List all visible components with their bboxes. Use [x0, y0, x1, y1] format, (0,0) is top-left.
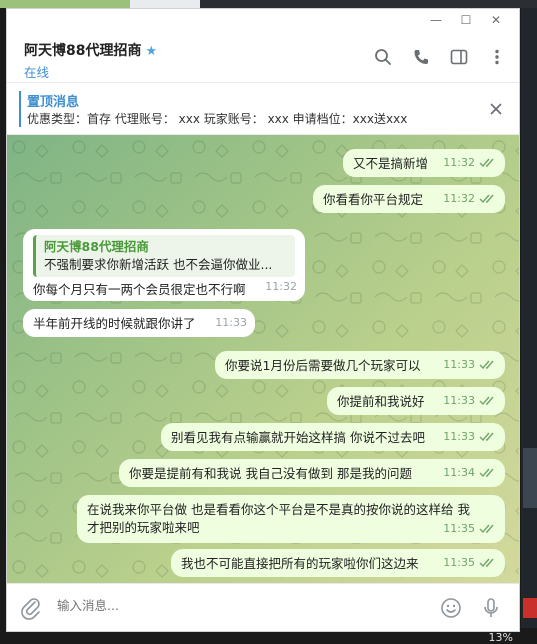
message-text: 我也不可能直接把所有的玩家啦你们这边来: [181, 556, 419, 571]
search-icon[interactable]: [371, 45, 395, 69]
message-time: 11:33: [443, 394, 475, 407]
chat-title[interactable]: 阿天博88代理招商: [24, 43, 141, 59]
message-time: 11:33: [215, 316, 247, 329]
message-time: 11:34: [443, 466, 475, 479]
close-icon[interactable]: [487, 100, 505, 118]
more-icon[interactable]: [485, 45, 509, 69]
window-titlebar: — ☐ ✕: [7, 9, 519, 31]
message-input[interactable]: [57, 598, 357, 613]
message-text: 你要说1月份后需要做几个玩家可以: [225, 358, 421, 373]
double-check-icon: [479, 194, 494, 204]
message-text: 你每个月只有一两个会员很定也不行啊: [33, 282, 246, 297]
message-composer: [7, 583, 519, 631]
message-time: 11:35: [443, 556, 475, 569]
message-incoming-reply[interactable]: 阿天博88代理招商 不强制要求你新增活跃 也不会逼你做业... 你每个月只有一两…: [23, 229, 305, 301]
pinned-message-bar[interactable]: 置顶消息 优惠类型：首存 代理账号： xxx 玩家账号： xxx 申请档位：xx…: [7, 83, 519, 135]
double-check-icon: [479, 396, 494, 406]
message-outgoing[interactable]: 你要说1月份后需要做几个玩家可以 11:33: [215, 351, 505, 379]
message-text: 你要是提前有和我说 我自己没有做到 那是我的问题: [129, 466, 412, 481]
message-outgoing[interactable]: 你要是提前有和我说 我自己没有做到 那是我的问题 11:34: [119, 459, 505, 487]
message-text: 半年前开线的时候就跟你讲了: [33, 316, 196, 331]
double-check-icon: [479, 158, 494, 168]
message-text: 又不是搞新增: [353, 156, 429, 171]
message-time: 11:35: [443, 522, 475, 535]
desktop-right-strip: [521, 8, 537, 628]
star-icon: ★: [145, 44, 158, 59]
battery-indicator: 13%: [488, 631, 513, 644]
double-check-icon: [479, 360, 494, 370]
message-text: 别看见我有点输赢就开始这样搞 你说不过去吧: [171, 430, 425, 445]
maximize-button[interactable]: ☐: [451, 9, 481, 31]
phone-icon[interactable]: [409, 45, 433, 69]
double-check-icon: [479, 432, 494, 442]
double-check-icon: [479, 468, 494, 478]
screen: — ☐ ✕ 阿天博88代理招商 ★ 在线 置顶消息 优惠类型：首存 代理账号： …: [0, 0, 537, 644]
message-outgoing[interactable]: 在说我来你平台做 也是看看你这个平台是不是真的按你说的这样给 我 才把别的玩家啦…: [77, 495, 505, 543]
message-outgoing[interactable]: 你提前和我说好 11:33: [327, 387, 505, 415]
message-text: 你提前和我说好: [337, 394, 425, 409]
paperclip-icon[interactable]: [19, 596, 43, 620]
message-text-line: 在说我来你平台做 也是看看你这个平台是不是真的按你说的这样给 我: [87, 502, 470, 517]
double-check-icon: [479, 524, 494, 534]
double-check-icon: [479, 558, 494, 568]
message-text: 你看看你平台规定: [323, 192, 424, 207]
chat-window: — ☐ ✕ 阿天博88代理招商 ★ 在线 置顶消息 优惠类型：首存 代理账号： …: [6, 8, 520, 632]
reply-quote[interactable]: 阿天博88代理招商 不强制要求你新增活跃 也不会逼你做业...: [33, 235, 295, 277]
message-outgoing[interactable]: 别看见我有点输赢就开始这样搞 你说不过去吧 11:33: [161, 423, 505, 451]
chat-header: 阿天博88代理招商 ★ 在线: [7, 31, 519, 83]
message-list[interactable]: 又不是搞新增 11:32 你看看你平台规定 11:32 阿天博88代理招商 不强…: [7, 135, 519, 585]
message-time: 11:32: [265, 280, 297, 293]
pinned-indicator: [19, 91, 21, 127]
emoji-icon[interactable]: [439, 596, 463, 620]
message-outgoing[interactable]: 我也不可能直接把所有的玩家啦你们这边来 11:35: [171, 549, 505, 577]
sidebar-toggle-icon[interactable]: [447, 45, 471, 69]
online-status: 在线: [24, 65, 50, 80]
quote-text: 不强制要求你新增活跃 也不会逼你做业...: [44, 257, 273, 272]
message-outgoing[interactable]: 又不是搞新增 11:32: [343, 149, 505, 177]
message-time: 11:33: [443, 358, 475, 371]
chat-title-row[interactable]: 阿天博88代理招商 ★: [24, 40, 157, 60]
window-close-button[interactable]: ✕: [481, 9, 511, 31]
microphone-icon[interactable]: [479, 596, 503, 620]
message-time: 11:32: [443, 156, 475, 169]
pinned-text: 优惠类型：首存 代理账号： xxx 玩家账号： xxx 申请档位：xxx送xxx: [27, 112, 408, 126]
message-time: 11:33: [443, 430, 475, 443]
desktop-background-strip: [0, 0, 537, 8]
minimize-button[interactable]: —: [421, 9, 451, 31]
quote-sender: 阿天博88代理招商: [44, 239, 149, 254]
message-text-line: 才把别的玩家啦来吧: [87, 520, 200, 535]
message-outgoing[interactable]: 你看看你平台规定 11:32: [313, 185, 505, 213]
message-time: 11:32: [443, 192, 475, 205]
header-actions: [371, 45, 509, 69]
pinned-title: 置顶消息: [27, 95, 80, 110]
message-incoming[interactable]: 半年前开线的时候就跟你讲了 11:33: [23, 309, 255, 337]
